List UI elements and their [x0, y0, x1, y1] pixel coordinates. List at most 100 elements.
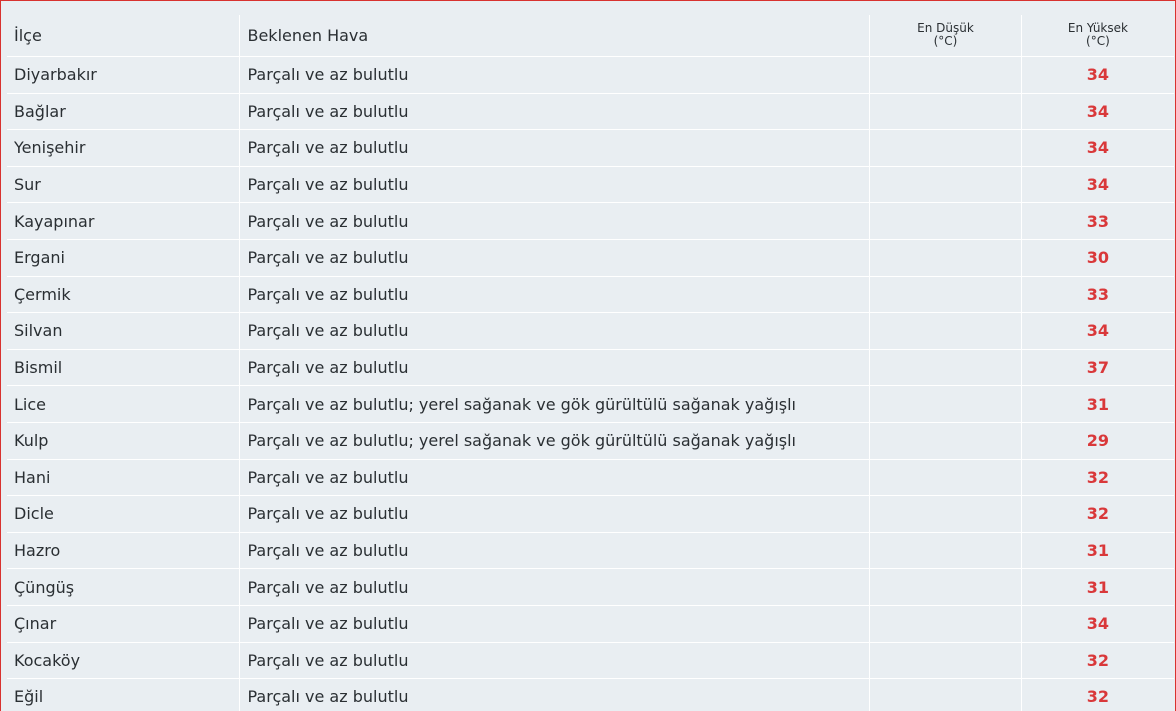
- header-row: İlçe Beklenen Hava En Düşük (°C) En Yüks…: [7, 15, 1174, 57]
- district-cell: Çınar: [7, 605, 241, 643]
- max-temp-cell: 29: [1021, 422, 1174, 460]
- district-cell: Sur: [7, 166, 241, 204]
- weather-cell: Parçalı ve az bulutlu; yerel sağanak ve …: [239, 422, 871, 460]
- min-temp-cell: [869, 276, 1022, 314]
- weather-cell: Parçalı ve az bulutlu: [239, 349, 871, 387]
- min-temp-cell: [869, 166, 1022, 204]
- weather-cell: Parçalı ve az bulutlu: [239, 642, 871, 680]
- max-temp-header-unit: (°C): [1086, 34, 1110, 48]
- table-row: Ergani Parçalı ve az bulutlu 30: [7, 239, 1174, 277]
- district-cell: Hazro: [7, 532, 241, 570]
- min-temp-cell: [869, 349, 1022, 387]
- min-temp-cell: [869, 56, 1022, 94]
- weather-cell: Parçalı ve az bulutlu: [239, 276, 871, 314]
- weather-cell: Parçalı ve az bulutlu: [239, 678, 871, 711]
- table-row: Hani Parçalı ve az bulutlu 32: [7, 459, 1174, 497]
- weather-cell: Parçalı ve az bulutlu: [239, 459, 871, 497]
- district-cell: Çüngüş: [7, 568, 241, 606]
- min-temp-cell: [869, 385, 1022, 423]
- district-cell: Çermik: [7, 276, 241, 314]
- district-cell: Kulp: [7, 422, 241, 460]
- max-temp-cell: 34: [1021, 166, 1174, 204]
- weather-cell: Parçalı ve az bulutlu: [239, 56, 871, 94]
- max-temp-cell: 32: [1021, 495, 1174, 533]
- max-temp-cell: 31: [1021, 532, 1174, 570]
- min-temp-cell: [869, 239, 1022, 277]
- weather-cell: Parçalı ve az bulutlu: [239, 568, 871, 606]
- min-temp-cell: [869, 532, 1022, 570]
- weather-cell: Parçalı ve az bulutlu: [239, 129, 871, 167]
- min-temp-column-header[interactable]: En Düşük (°C): [869, 15, 1022, 57]
- district-cell: Lice: [7, 385, 241, 423]
- max-temp-cell: 33: [1021, 276, 1174, 314]
- max-temp-column-header[interactable]: En Yüksek (°C): [1021, 15, 1174, 57]
- table-body: Diyarbakır Parçalı ve az bulutlu 34 Bağlar P…: [7, 56, 1174, 711]
- min-temp-cell: [869, 129, 1022, 167]
- weather-cell: Parçalı ve az bulutlu: [239, 166, 871, 204]
- max-temp-cell: 32: [1021, 459, 1174, 497]
- max-temp-cell: 34: [1021, 56, 1174, 94]
- min-temp-cell: [869, 422, 1022, 460]
- district-cell: Silvan: [7, 312, 241, 350]
- table-row: Dicle Parçalı ve az bulutlu 32: [7, 495, 1174, 533]
- district-column-header[interactable]: İlçe: [7, 15, 241, 57]
- weather-column-header[interactable]: Beklenen Hava: [239, 15, 871, 57]
- max-temp-cell: 32: [1021, 642, 1174, 680]
- district-cell: Kocaköy: [7, 642, 241, 680]
- min-temp-cell: [869, 495, 1022, 533]
- max-temp-cell: 33: [1021, 202, 1174, 240]
- min-temp-cell: [869, 93, 1022, 131]
- table-row: Bağlar Parçalı ve az bulutlu 34: [7, 93, 1174, 131]
- table-row: Çüngüş Parçalı ve az bulutlu 31: [7, 568, 1174, 606]
- table-row: Bismil Parçalı ve az bulutlu 37: [7, 349, 1174, 387]
- weather-cell: Parçalı ve az bulutlu: [239, 312, 871, 350]
- min-temp-cell: [869, 459, 1022, 497]
- forecast-panel: İlçe Beklenen Hava En Düşük (°C) En Yüks…: [0, 0, 1176, 711]
- table-row: Lice Parçalı ve az bulutlu; yerel sağanak…: [7, 385, 1174, 423]
- district-cell: Diyarbakır: [7, 56, 241, 94]
- weather-cell: Parçalı ve az bulutlu: [239, 202, 871, 240]
- district-cell: Kayapınar: [7, 202, 241, 240]
- table-row: Diyarbakır Parçalı ve az bulutlu 34: [7, 56, 1174, 94]
- table-row: Kocaköy Parçalı ve az bulutlu 32: [7, 642, 1174, 680]
- max-temp-cell: 30: [1021, 239, 1174, 277]
- table-header: İlçe Beklenen Hava En Düşük (°C) En Yüks…: [7, 15, 1174, 57]
- district-cell: Dicle: [7, 495, 241, 533]
- weather-cell: Parçalı ve az bulutlu; yerel sağanak ve …: [239, 385, 871, 423]
- district-cell: Yenişehir: [7, 129, 241, 167]
- min-temp-cell: [869, 312, 1022, 350]
- max-temp-cell: 34: [1021, 312, 1174, 350]
- min-temp-cell: [869, 568, 1022, 606]
- table-row: Kayapınar Parçalı ve az bulutlu 33: [7, 202, 1174, 240]
- district-forecast-table: İlçe Beklenen Hava En Düşük (°C) En Yüks…: [7, 15, 1174, 711]
- table-row: Sur Parçalı ve az bulutlu 34: [7, 166, 1174, 204]
- max-temp-cell: 32: [1021, 678, 1174, 711]
- district-cell: Ergani: [7, 239, 241, 277]
- table-row: Çermik Parçalı ve az bulutlu 33: [7, 276, 1174, 314]
- max-temp-cell: 34: [1021, 93, 1174, 131]
- max-temp-cell: 34: [1021, 605, 1174, 643]
- table-row: Hazro Parçalı ve az bulutlu 31: [7, 532, 1174, 570]
- table-row: Silvan Parçalı ve az bulutlu 34: [7, 312, 1174, 350]
- table-row: Kulp Parçalı ve az bulutlu; yerel sağanak…: [7, 422, 1174, 460]
- min-temp-cell: [869, 605, 1022, 643]
- max-temp-cell: 31: [1021, 568, 1174, 606]
- table-row: Çınar Parçalı ve az bulutlu 34: [7, 605, 1174, 643]
- district-cell: Bağlar: [7, 93, 241, 131]
- min-temp-cell: [869, 642, 1022, 680]
- weather-cell: Parçalı ve az bulutlu: [239, 239, 871, 277]
- table-row: Yenişehir Parçalı ve az bulutlu 34: [7, 129, 1174, 167]
- max-temp-cell: 34: [1021, 129, 1174, 167]
- max-temp-cell: 37: [1021, 349, 1174, 387]
- min-temp-header-unit: (°C): [933, 34, 958, 48]
- weather-cell: Parçalı ve az bulutlu: [239, 495, 871, 533]
- weather-cell: Parçalı ve az bulutlu: [239, 532, 871, 570]
- district-cell: Hani: [7, 459, 241, 497]
- district-cell: Bismil: [7, 349, 241, 387]
- min-temp-cell: [869, 202, 1022, 240]
- district-cell: Eğil: [7, 678, 241, 711]
- table-row: Eğil Parçalı ve az bulutlu 32: [7, 678, 1174, 711]
- max-temp-cell: 31: [1021, 385, 1174, 423]
- min-temp-cell: [869, 678, 1022, 711]
- weather-cell: Parçalı ve az bulutlu: [239, 605, 871, 643]
